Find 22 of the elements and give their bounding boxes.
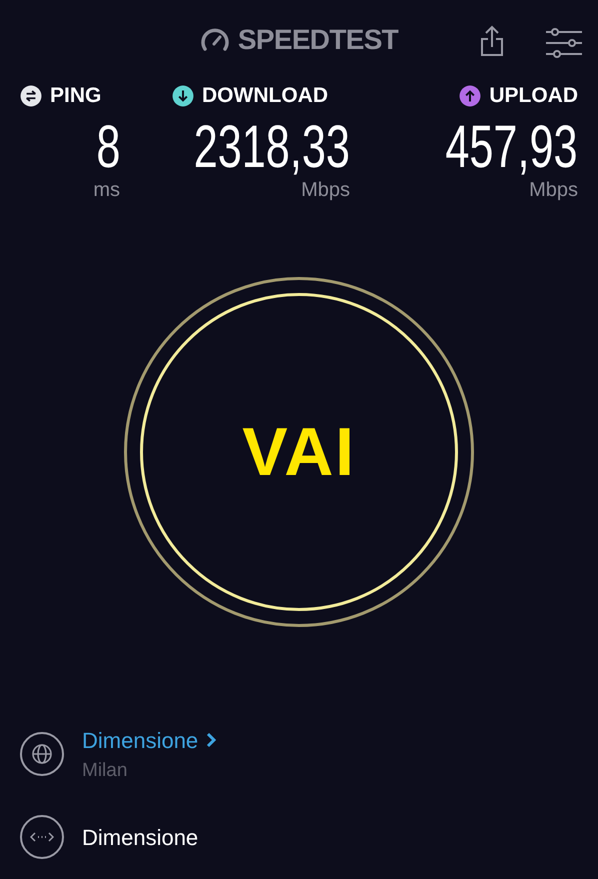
metric-value: 457,93 <box>446 116 578 178</box>
settings-button[interactable] <box>544 26 584 60</box>
gauge-icon <box>200 27 230 53</box>
connection-icon <box>20 815 64 859</box>
connection-name: Dimensione <box>82 824 198 852</box>
metric-value: 8 <box>96 116 120 178</box>
metric-unit: Mbps <box>301 178 350 202</box>
logo-text: SPEEDTEST <box>238 23 398 57</box>
server-link[interactable]: Dimensione <box>82 724 216 756</box>
metric-value: 2318,33 <box>194 116 350 178</box>
metric-label: PING <box>50 83 102 109</box>
server-location: Milan <box>82 758 128 782</box>
share-button[interactable] <box>478 24 506 58</box>
metric-unit: ms <box>93 178 120 202</box>
settings-icon <box>545 28 583 58</box>
metric-unit: Mbps <box>529 178 578 202</box>
metric-label: DOWNLOAD <box>202 83 328 109</box>
metric-label: UPLOAD <box>489 83 578 109</box>
go-button[interactable]: VAI <box>140 292 458 611</box>
chevron-icon <box>206 732 216 748</box>
share-icon <box>480 25 504 57</box>
globe-icon <box>20 732 64 776</box>
